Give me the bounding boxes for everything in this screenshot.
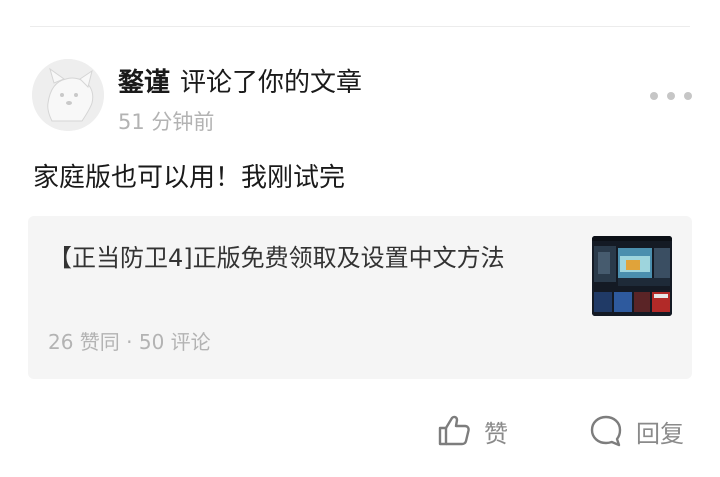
article-stats: 26 赞同 · 50 评论 [48, 330, 211, 354]
speech-bubble-icon [590, 415, 622, 447]
dog-avatar-icon [32, 59, 104, 131]
like-button[interactable]: 赞 [436, 413, 508, 449]
article-thumbnail [592, 236, 672, 316]
reply-button[interactable]: 回复 [588, 413, 684, 449]
notification-header: 鍪谨 评论了你的文章 [118, 62, 362, 98]
action-text: 评论了你的文章 [180, 67, 363, 98]
article-title: 【正当防卫4]正版免费领取及设置中文方法 [48, 244, 505, 272]
more-dots-icon [684, 92, 692, 100]
top-divider [30, 26, 690, 27]
more-dots-icon [667, 92, 675, 100]
username-link[interactable]: 鍪谨 [118, 62, 170, 99]
reply-label: 回复 [636, 419, 684, 448]
article-card[interactable]: 【正当防卫4]正版免费领取及设置中文方法 26 赞同 · 50 评论 [28, 216, 692, 379]
comment-text: 家庭版也可以用！我刚试完 [33, 163, 346, 193]
timestamp: 51 分钟前 [118, 110, 215, 134]
like-label: 赞 [484, 419, 508, 448]
more-dots-icon [650, 92, 658, 100]
game-library-thumbnail-image [592, 236, 672, 316]
avatar[interactable] [32, 59, 104, 131]
more-options-button[interactable] [650, 84, 692, 108]
thumbs-up-icon [438, 415, 470, 446]
